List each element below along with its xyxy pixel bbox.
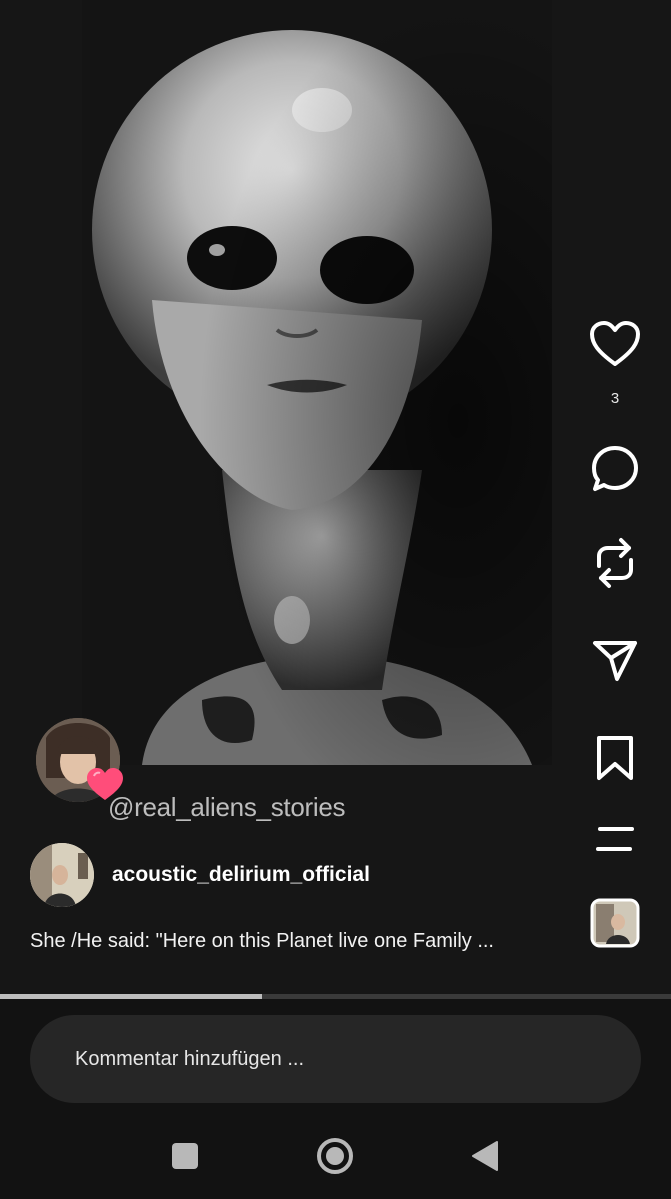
comment-button[interactable] <box>585 444 645 494</box>
send-icon <box>593 641 637 681</box>
recents-button[interactable] <box>160 1131 210 1181</box>
bottom-panel: Kommentar hinzufügen ... <box>0 999 671 1199</box>
menu-icon <box>596 827 634 851</box>
author-row[interactable]: acoustic_delirium_official <box>30 842 370 908</box>
heart-badge-icon <box>86 767 124 803</box>
home-circle-icon <box>317 1138 353 1174</box>
video-frame[interactable] <box>82 0 552 765</box>
heart-icon <box>590 321 640 366</box>
recents-square-icon <box>172 1143 198 1169</box>
more-options-button[interactable] <box>585 824 645 854</box>
video-watermark: @real_aliens_stories <box>108 792 346 822</box>
repost-icon <box>597 538 633 588</box>
share-button[interactable] <box>585 638 645 684</box>
video-area[interactable]: @real_aliens_stories 3 acoustic_delirium… <box>0 0 671 995</box>
home-button[interactable] <box>310 1131 360 1181</box>
back-button[interactable] <box>460 1131 510 1181</box>
bookmark-icon <box>597 736 633 780</box>
comment-placeholder: Kommentar hinzufügen ... <box>75 1047 305 1070</box>
like-button[interactable] <box>585 320 645 368</box>
back-triangle-icon <box>472 1141 498 1171</box>
like-count: 3 <box>610 390 620 407</box>
comment-icon <box>592 446 638 491</box>
comment-input[interactable]: Kommentar hinzufügen ... <box>30 1015 641 1103</box>
post-caption[interactable]: She /He said: "Here on this Planet live … <box>30 930 494 953</box>
audio-button[interactable] <box>585 898 645 948</box>
author-avatar[interactable] <box>30 843 94 907</box>
repost-button[interactable] <box>585 536 645 590</box>
audio-thumbnail <box>590 898 640 948</box>
alien-video-image <box>82 0 552 765</box>
bookmark-button[interactable] <box>585 734 645 782</box>
author-name[interactable]: acoustic_delirium_official <box>112 863 370 887</box>
system-navigation-bar <box>0 1119 671 1189</box>
